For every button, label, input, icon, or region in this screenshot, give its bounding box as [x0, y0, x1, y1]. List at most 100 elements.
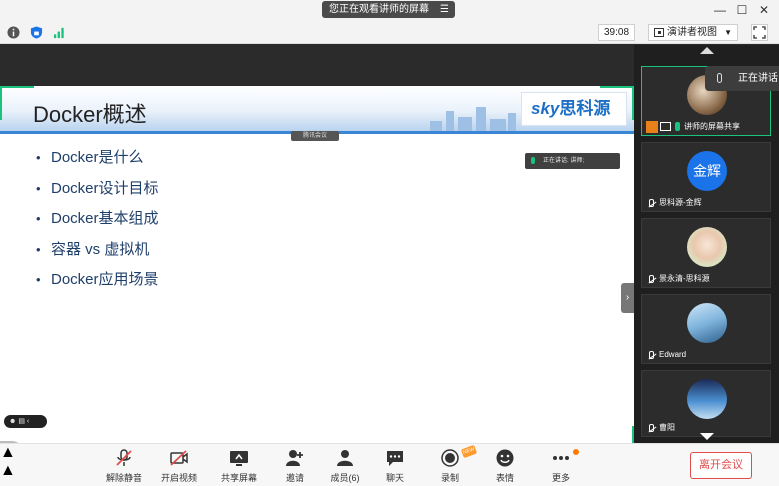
chevron-down-icon: ▼ [724, 28, 732, 37]
avatar [687, 379, 727, 419]
speaking-badge-text: 正在讲话 [738, 73, 778, 84]
participant-tile[interactable]: Edward [641, 294, 771, 364]
presentation-slide: Docker概述 sky思科源 Docker是什么 Docker设计目标 Doc… [0, 86, 634, 465]
meeting-window: 您正在观看讲师的屏幕 ☰ — ☐ ✕ 39:08 演讲者视图 ▼ Docker概… [0, 0, 779, 486]
invite-label: 邀请 [285, 473, 304, 483]
bottom-control-bar: 解除静音 ▲ 开启视频 ▲ 共享屏幕 邀请 成员(6) 聊天 录制 NEW 表情… [0, 443, 779, 486]
emoji-icon[interactable]: ☻ [9, 418, 16, 425]
share-screen-button[interactable]: 共享屏幕 [215, 448, 263, 484]
mic-muted-icon [649, 424, 654, 432]
signal-icon[interactable] [53, 26, 66, 39]
start-video-button[interactable]: 开启视频 [155, 448, 203, 484]
host-icon [646, 121, 658, 133]
participant-name: 思科源-金辉 [646, 197, 702, 209]
invite-button[interactable]: 邀请 [271, 448, 319, 484]
minimize-icon[interactable]: — [711, 2, 729, 18]
participant-tile[interactable]: 曹阳 [641, 370, 771, 437]
skyline-decoration [476, 107, 486, 131]
share-screen-icon [230, 451, 248, 466]
meeting-timer: 39:08 [598, 24, 635, 41]
scroll-up-icon[interactable] [700, 47, 714, 54]
maximize-icon[interactable]: ☐ [733, 2, 751, 18]
annotation-toolbar[interactable]: ☻ ▤ ‹ [4, 415, 47, 428]
slide-title: Docker概述 [33, 102, 147, 127]
list-item: Docker基本组成 [36, 207, 159, 238]
chat-label: 聊天 [385, 473, 404, 483]
shield-icon[interactable] [30, 26, 43, 39]
mic-muted-icon [649, 199, 654, 207]
mic-icon [531, 157, 535, 164]
chat-button[interactable]: 聊天 [371, 448, 419, 484]
fullscreen-button[interactable] [751, 24, 768, 41]
chat-icon [387, 451, 403, 466]
chevron-left-icon[interactable]: ‹ [27, 418, 29, 425]
list-item: Docker是什么 [36, 146, 159, 177]
share-border-corner [600, 86, 634, 88]
participant-name: 曹阳 [646, 422, 675, 434]
unmute-button[interactable]: 解除静音 [100, 448, 148, 484]
participant-tile[interactable]: 景永清-思科源 [641, 218, 771, 288]
video-off-icon [170, 450, 188, 466]
meeting-indicator: 腾讯会议 [291, 131, 339, 141]
viewing-status-pill[interactable]: 您正在观看讲师的屏幕 ☰ [322, 1, 455, 18]
company-logo: sky思科源 [521, 92, 627, 126]
more-label: 更多 [551, 473, 570, 483]
record-label: 录制 [440, 473, 459, 483]
close-icon[interactable]: ✕ [755, 2, 773, 18]
screen-share-icon [660, 122, 671, 131]
emoji-button[interactable]: 表情 [481, 448, 529, 484]
mic-icon [675, 122, 680, 131]
grid-icon [654, 28, 664, 37]
list-item: Docker设计目标 [36, 177, 159, 208]
skyline-decoration [430, 121, 442, 131]
skyline-decoration [508, 113, 516, 131]
leave-meeting-button[interactable]: 离开会议 [690, 452, 752, 479]
participant-name-text: 景永清-思科源 [659, 274, 710, 283]
emoji-icon [496, 449, 514, 467]
logo-sky-text: sky [531, 99, 560, 118]
title-bar: 您正在观看讲师的屏幕 ☰ — ☐ ✕ [0, 0, 779, 21]
speaking-indicator: 正在讲话: 讲师; [525, 153, 620, 169]
emoji-label: 表情 [495, 473, 514, 483]
slide-bullet-list: Docker是什么 Docker设计目标 Docker基本组成 容器 vs 虚拟… [36, 146, 159, 299]
view-mode-dropdown[interactable]: 演讲者视图 ▼ [648, 24, 738, 41]
share-border-corner [0, 86, 2, 120]
logo-cn-text: 思科源 [559, 99, 611, 118]
start-video-label: 开启视频 [160, 473, 197, 483]
participant-name-text: 曹阳 [659, 423, 675, 432]
slide-header: Docker概述 sky思科源 [0, 86, 634, 134]
speaking-indicator-text: 正在讲话: 讲师; [543, 158, 585, 164]
invite-icon [286, 450, 303, 466]
participant-name: 景永清-思科源 [646, 273, 710, 285]
scroll-down-icon[interactable] [700, 433, 714, 440]
participant-tile[interactable]: 金辉 思科源-金辉 [641, 142, 771, 212]
participant-name-text: 思科源-金辉 [659, 198, 702, 207]
mic-muted-icon [649, 351, 654, 359]
menu-icon[interactable]: ☰ [440, 1, 449, 18]
more-icon [553, 456, 569, 460]
unmute-label: 解除静音 [105, 473, 142, 483]
share-border-corner [0, 86, 34, 88]
record-icon [441, 449, 459, 467]
chat-icon[interactable]: ▤ [18, 418, 25, 425]
avatar [687, 303, 727, 343]
participant-name-text: Edward [659, 350, 687, 359]
top-toolbar: 39:08 演讲者视图 ▼ [0, 21, 779, 44]
mic-muted-icon [649, 275, 654, 283]
collapse-panel-button[interactable]: › [621, 283, 634, 313]
members-button[interactable]: 成员(6) [321, 448, 369, 484]
notification-dot-icon [573, 449, 579, 455]
participant-name: 讲师的屏幕共享 [646, 121, 740, 133]
participant-name-text: 讲师的屏幕共享 [684, 122, 740, 131]
list-item: Docker应用场景 [36, 268, 159, 299]
view-mode-label: 演讲者视图 [667, 27, 717, 38]
viewing-status-text: 您正在观看讲师的屏幕 [329, 4, 429, 15]
skyline-decoration [458, 117, 472, 131]
members-label: 成员(6) [330, 473, 360, 483]
info-icon[interactable] [7, 26, 20, 39]
participant-name: Edward [646, 349, 686, 361]
avatar: 金辉 [687, 151, 727, 191]
mic-muted-icon [116, 449, 132, 466]
mic-icon [717, 73, 722, 83]
share-screen-label: 共享屏幕 [220, 473, 257, 483]
